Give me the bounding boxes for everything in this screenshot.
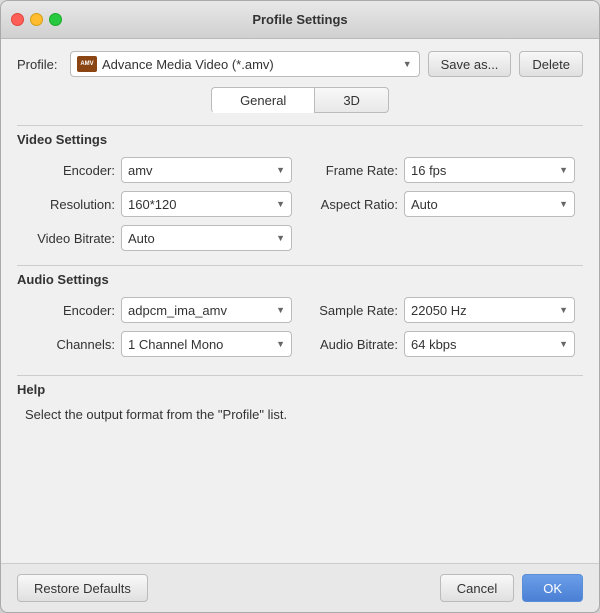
- audio-bitrate-select[interactable]: 64 kbps: [404, 331, 575, 357]
- video-fields-grid: Encoder: amv Frame Rate: 16 fps: [17, 157, 583, 251]
- bottom-right-buttons: Cancel OK: [440, 574, 583, 602]
- encoder-select-wrapper: amv: [121, 157, 292, 183]
- window-title: Profile Settings: [252, 12, 347, 27]
- video-section-title: Video Settings: [17, 132, 583, 147]
- audio-section-divider: [17, 265, 583, 266]
- empty-cell: [308, 225, 575, 251]
- video-settings-section: Video Settings Encoder: amv Frame Rate:: [17, 125, 583, 251]
- aspect-ratio-label: Aspect Ratio:: [308, 197, 398, 212]
- sample-rate-field-row: Sample Rate: 22050 Hz: [308, 297, 575, 323]
- close-button[interactable]: [11, 13, 24, 26]
- channels-select-wrapper: 1 Channel Mono: [121, 331, 292, 357]
- channels-field-row: Channels: 1 Channel Mono: [25, 331, 292, 357]
- audio-encoder-select-wrapper: adpcm_ima_amv: [121, 297, 292, 323]
- encoder-field-row: Encoder: amv: [25, 157, 292, 183]
- audio-bitrate-select-wrapper: 64 kbps: [404, 331, 575, 357]
- tab-3d[interactable]: 3D: [314, 87, 389, 113]
- ok-button[interactable]: OK: [522, 574, 583, 602]
- channels-label: Channels:: [25, 337, 115, 352]
- audio-encoder-select[interactable]: adpcm_ima_amv: [121, 297, 292, 323]
- help-section: Help Select the output format from the "…: [17, 375, 583, 422]
- video-bitrate-select[interactable]: Auto: [121, 225, 292, 251]
- aspect-ratio-select-wrapper: Auto: [404, 191, 575, 217]
- audio-fields-grid: Encoder: adpcm_ima_amv Sample Rate: 2205…: [17, 297, 583, 357]
- video-bitrate-select-wrapper: Auto: [121, 225, 292, 251]
- sample-rate-select-wrapper: 22050 Hz: [404, 297, 575, 323]
- tabs-row: General 3D: [17, 87, 583, 113]
- main-content: Profile: AMV Advance Media Video (*.amv)…: [1, 39, 599, 563]
- save-as-button[interactable]: Save as...: [428, 51, 512, 77]
- video-bitrate-field-row: Video Bitrate: Auto: [25, 225, 292, 251]
- frame-rate-label: Frame Rate:: [308, 163, 398, 178]
- channels-select[interactable]: 1 Channel Mono: [121, 331, 292, 357]
- profile-label: Profile:: [17, 57, 62, 72]
- help-section-title: Help: [17, 382, 583, 397]
- audio-bitrate-field-row: Audio Bitrate: 64 kbps: [308, 331, 575, 357]
- resolution-select[interactable]: 160*120: [121, 191, 292, 217]
- encoder-select[interactable]: amv: [121, 157, 292, 183]
- video-bitrate-label: Video Bitrate:: [25, 231, 115, 246]
- sample-rate-select[interactable]: 22050 Hz: [404, 297, 575, 323]
- audio-encoder-field-row: Encoder: adpcm_ima_amv: [25, 297, 292, 323]
- profile-selected-value: Advance Media Video (*.amv): [102, 57, 274, 72]
- title-bar: Profile Settings: [1, 1, 599, 39]
- tab-general[interactable]: General: [211, 87, 314, 113]
- audio-bitrate-label: Audio Bitrate:: [308, 337, 398, 352]
- audio-section-title: Audio Settings: [17, 272, 583, 287]
- resolution-label: Resolution:: [25, 197, 115, 212]
- amv-icon: AMV: [77, 56, 97, 72]
- traffic-lights: [11, 13, 62, 26]
- restore-defaults-button[interactable]: Restore Defaults: [17, 574, 148, 602]
- delete-button[interactable]: Delete: [519, 51, 583, 77]
- help-text: Select the output format from the "Profi…: [17, 407, 583, 422]
- encoder-label: Encoder:: [25, 163, 115, 178]
- cancel-button[interactable]: Cancel: [440, 574, 514, 602]
- resolution-select-wrapper: 160*120: [121, 191, 292, 217]
- aspect-ratio-field-row: Aspect Ratio: Auto: [308, 191, 575, 217]
- help-section-divider: [17, 375, 583, 376]
- aspect-ratio-select[interactable]: Auto: [404, 191, 575, 217]
- resolution-field-row: Resolution: 160*120: [25, 191, 292, 217]
- profile-row: Profile: AMV Advance Media Video (*.amv)…: [17, 51, 583, 77]
- audio-settings-section: Audio Settings Encoder: adpcm_ima_amv Sa…: [17, 265, 583, 357]
- video-section-divider: [17, 125, 583, 126]
- frame-rate-select[interactable]: 16 fps: [404, 157, 575, 183]
- audio-encoder-label: Encoder:: [25, 303, 115, 318]
- profile-settings-window: Profile Settings Profile: AMV Advance Me…: [0, 0, 600, 613]
- minimize-button[interactable]: [30, 13, 43, 26]
- profile-select[interactable]: AMV Advance Media Video (*.amv): [70, 51, 420, 77]
- frame-rate-field-row: Frame Rate: 16 fps: [308, 157, 575, 183]
- sample-rate-label: Sample Rate:: [308, 303, 398, 318]
- bottom-bar: Restore Defaults Cancel OK: [1, 563, 599, 612]
- maximize-button[interactable]: [49, 13, 62, 26]
- frame-rate-select-wrapper: 16 fps: [404, 157, 575, 183]
